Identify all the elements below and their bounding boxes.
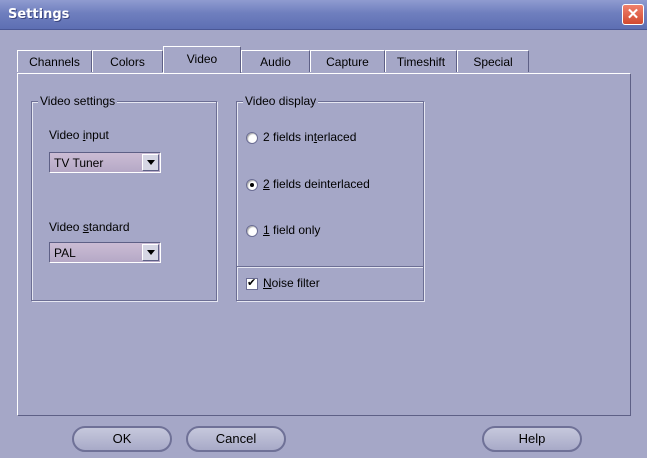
tab-colors[interactable]: Colors: [92, 50, 163, 72]
close-icon: ✕: [626, 6, 640, 23]
radio-2-fields-interlaced[interactable]: [246, 132, 258, 144]
tab-audio[interactable]: Audio: [241, 50, 310, 72]
video-display-group: Video display 2 fields interlaced 2 fiel…: [236, 94, 424, 301]
tab-special[interactable]: Special: [457, 50, 529, 72]
radio-2-fields-deinterlaced[interactable]: [246, 179, 258, 191]
video-standard-label: Video standard: [49, 220, 130, 234]
video-settings-group: Video settings Video input TV Tuner Vide…: [31, 94, 217, 301]
video-input-select[interactable]: TV Tuner: [49, 152, 161, 173]
video-standard-value: PAL: [54, 246, 76, 260]
window-title: Settings: [8, 7, 70, 22]
noise-filter-label: Noise filter: [263, 276, 320, 290]
radio-2-fields-deinterlaced-label: 2 fields deinterlaced: [263, 177, 370, 191]
video-display-group-label: Video display: [243, 94, 319, 108]
video-settings-group-label: Video settings: [38, 94, 118, 108]
noise-filter-checkbox[interactable]: [246, 276, 258, 290]
chevron-down-icon[interactable]: [142, 244, 159, 261]
cancel-button[interactable]: Cancel: [186, 426, 286, 452]
radio-1-field-only-label: 1 field only: [263, 223, 321, 237]
chevron-down-icon[interactable]: [142, 154, 159, 171]
video-tab-panel: Video settings Video input TV Tuner Vide…: [17, 73, 631, 416]
divider: [237, 266, 423, 267]
tab-capture[interactable]: Capture: [310, 50, 385, 72]
tab-video[interactable]: Video: [163, 46, 241, 73]
video-standard-select[interactable]: PAL: [49, 242, 161, 263]
close-button[interactable]: ✕: [622, 4, 644, 25]
ok-button[interactable]: OK: [72, 426, 172, 452]
radio-2-fields-interlaced-label: 2 fields interlaced: [263, 130, 357, 144]
title-bar: Settings ✕: [0, 0, 647, 30]
tab-channels[interactable]: Channels: [17, 50, 92, 72]
help-button[interactable]: Help: [482, 426, 582, 452]
settings-dialog: Channels Colors Video Audio Capture Time…: [0, 30, 647, 458]
video-input-label: Video input: [49, 128, 109, 142]
video-input-value: TV Tuner: [54, 156, 104, 170]
tab-timeshift[interactable]: Timeshift: [385, 50, 457, 72]
radio-1-field-only[interactable]: [246, 225, 258, 237]
